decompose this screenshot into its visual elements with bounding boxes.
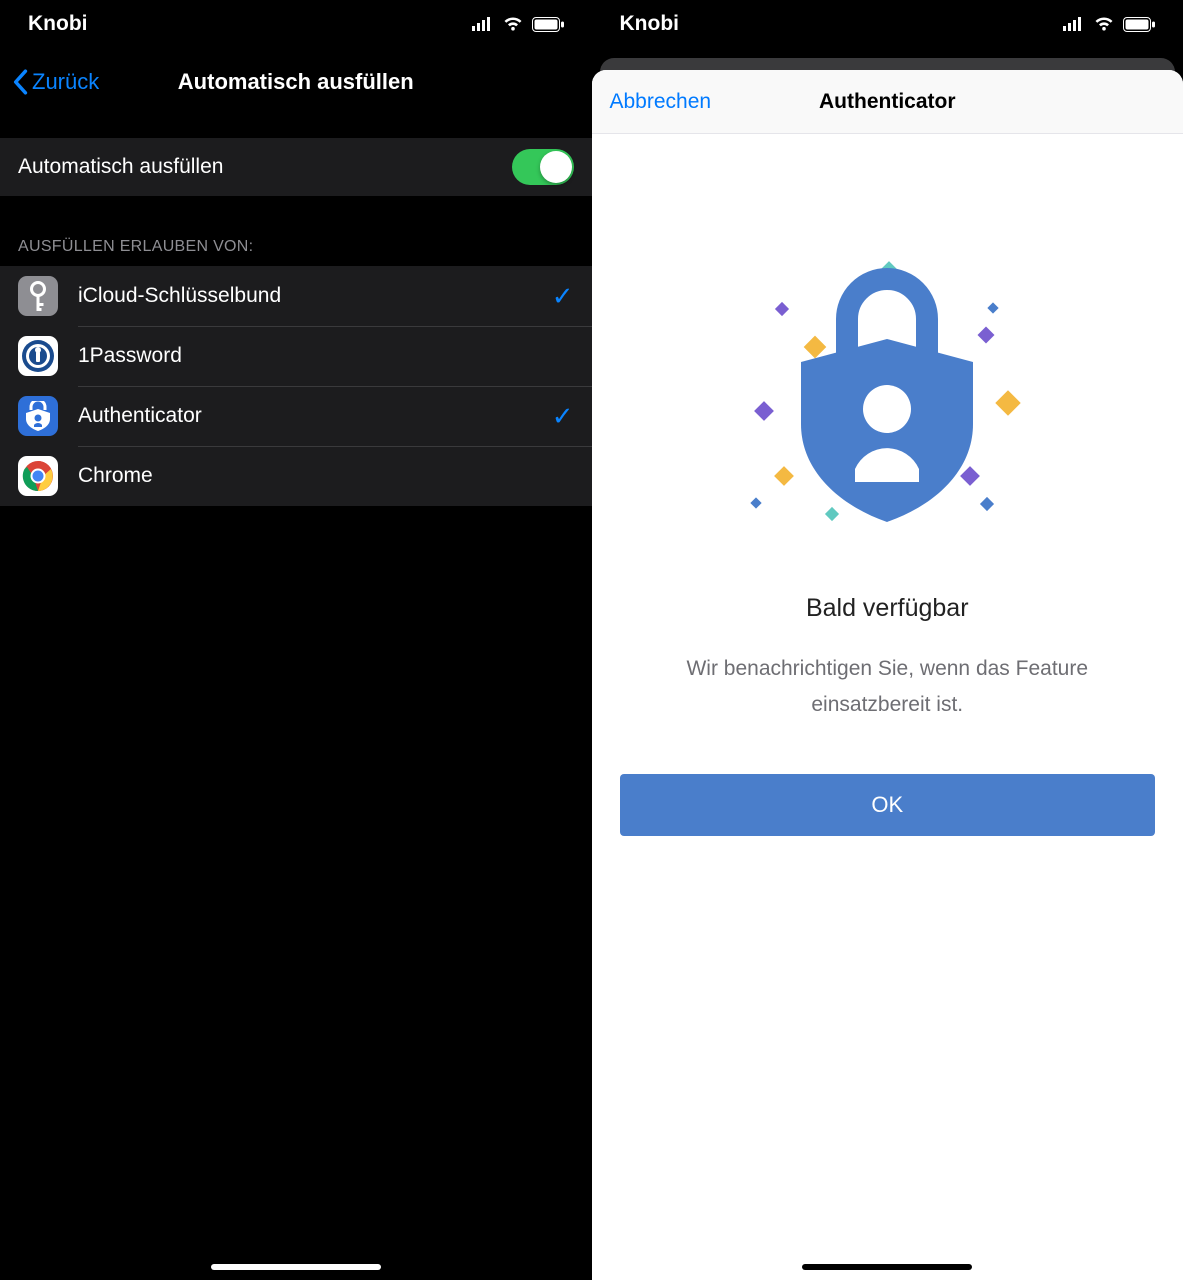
provider-1password[interactable]: 1Password <box>0 326 592 386</box>
provider-authenticator[interactable]: Authenticator ✓ <box>0 386 592 446</box>
wifi-icon <box>502 16 524 32</box>
status-bar-left: Knobi <box>0 0 592 48</box>
back-button[interactable]: Zurück <box>12 69 99 95</box>
authenticator-sheet-screen: Knobi Abbrechen Authenticator <box>592 0 1183 1280</box>
provider-chrome[interactable]: Chrome <box>0 446 592 506</box>
carrier-label: Knobi <box>620 12 679 36</box>
provider-icloud[interactable]: iCloud-Schlüsselbund ✓ <box>0 266 592 326</box>
wifi-icon <box>1093 16 1115 32</box>
modal-sheet: Abbrechen Authenticator <box>592 70 1183 1280</box>
nav-bar: Zurück Automatisch ausfüllen <box>0 48 592 108</box>
home-indicator[interactable] <box>802 1264 972 1270</box>
battery-icon <box>532 17 564 32</box>
sheet-header: Abbrechen Authenticator <box>592 70 1183 134</box>
settings-screen: Knobi Zurück Automatisch ausfüllen Autom… <box>0 0 592 1280</box>
autofill-label: Automatisch ausfüllen <box>18 155 223 179</box>
check-icon: ✓ <box>552 401 574 432</box>
autofill-switch[interactable] <box>512 149 574 185</box>
autofill-toggle-row[interactable]: Automatisch ausfüllen <box>0 138 592 196</box>
provider-label: 1Password <box>78 344 574 368</box>
signal-icon <box>472 17 494 31</box>
chrome-icon <box>18 456 58 496</box>
check-icon: ✓ <box>552 281 574 312</box>
carrier-label: Knobi <box>28 12 87 36</box>
onepassword-icon <box>18 336 58 376</box>
lock-shield-icon <box>727 244 1047 564</box>
provider-label: Chrome <box>78 464 574 488</box>
battery-icon <box>1123 17 1155 32</box>
section-header: AUSFÜLLEN ERLAUBEN VON: <box>0 196 592 266</box>
signal-icon <box>1063 17 1085 31</box>
sheet-body: Bald verfügbar Wir benachrichtigen Sie, … <box>592 134 1183 1280</box>
keychain-icon <box>18 276 58 316</box>
status-icons <box>472 16 564 32</box>
provider-label: Authenticator <box>78 404 552 428</box>
coming-soon-illustration <box>727 244 1047 564</box>
status-icons <box>1063 16 1155 32</box>
ok-button[interactable]: OK <box>620 774 1156 836</box>
status-bar-right: Knobi <box>592 0 1183 48</box>
message-title: Bald verfügbar <box>806 594 969 623</box>
settings-content: Automatisch ausfüllen AUSFÜLLEN ERLAUBEN… <box>0 108 592 506</box>
cancel-button[interactable]: Abbrechen <box>610 90 712 114</box>
chevron-left-icon <box>12 69 28 95</box>
message-subtitle: Wir benachrichtigen Sie, wenn das Featur… <box>620 651 1156 722</box>
authenticator-icon <box>18 396 58 436</box>
page-title: Automatisch ausfüllen <box>178 69 414 95</box>
home-indicator[interactable] <box>211 1264 381 1270</box>
provider-label: iCloud-Schlüsselbund <box>78 284 552 308</box>
provider-list: iCloud-Schlüsselbund ✓ 1Password Authent… <box>0 266 592 506</box>
back-label: Zurück <box>32 69 99 95</box>
sheet-title: Authenticator <box>819 90 956 114</box>
